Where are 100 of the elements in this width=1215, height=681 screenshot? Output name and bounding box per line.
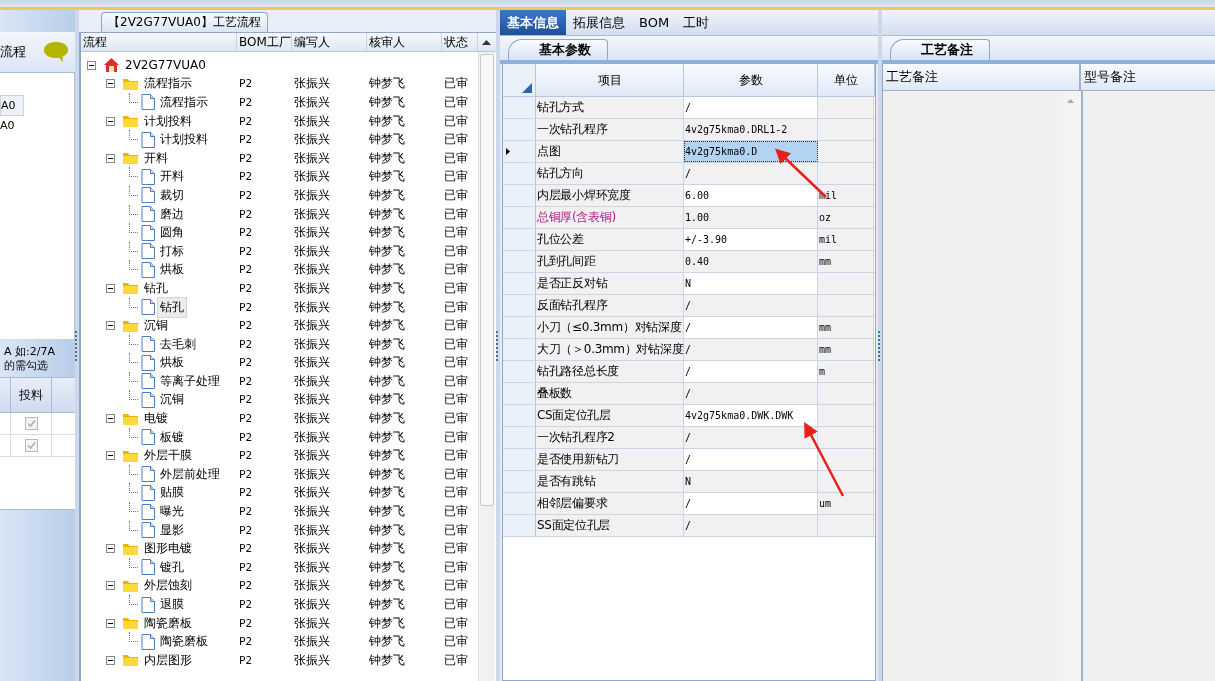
speech-bubble-icon[interactable] xyxy=(43,41,69,63)
tree-item[interactable]: 退膜 xyxy=(158,595,186,614)
row-header-cell[interactable] xyxy=(503,251,536,272)
collapse-icon[interactable] xyxy=(106,321,115,331)
list-item[interactable]: A0 xyxy=(0,95,24,116)
parameter-value[interactable]: / xyxy=(684,97,818,118)
parameter-value[interactable]: 6.00 xyxy=(684,185,818,206)
column-header[interactable]: BOM工厂 xyxy=(237,33,292,51)
collapse-icon[interactable] xyxy=(87,60,96,70)
panel-tab[interactable]: 【2V2G77VUA0】工艺流程 xyxy=(101,12,268,32)
collapse-icon[interactable] xyxy=(106,655,115,665)
tree-item[interactable]: 烘板 xyxy=(158,260,186,280)
parameter-value[interactable]: 4v2g75kma0.DRL1-2 xyxy=(684,119,818,140)
parameter-value[interactable]: / xyxy=(684,317,818,338)
parameter-value[interactable]: +/-3.90 xyxy=(684,229,818,250)
tree-item[interactable]: 沉铜 xyxy=(142,316,170,336)
parameter-value[interactable]: / xyxy=(684,449,818,470)
column-header[interactable]: 状态 xyxy=(442,33,478,51)
tree-item[interactable]: 磨边 xyxy=(158,204,186,224)
row-header-cell[interactable] xyxy=(503,185,536,206)
parameter-value[interactable]: / xyxy=(684,163,818,184)
column-header[interactable]: 流程 xyxy=(81,33,237,51)
tree-item[interactable]: 外层前处理 xyxy=(158,464,222,484)
row-header-cell[interactable] xyxy=(503,141,536,162)
tree-item[interactable]: 去毛刺 xyxy=(158,334,198,354)
tree-item[interactable]: 开料 xyxy=(158,167,186,187)
tree-item[interactable]: 曝光 xyxy=(158,502,186,522)
row-header-cell[interactable] xyxy=(503,163,536,184)
row-header-cell[interactable] xyxy=(503,207,536,228)
parameter-value[interactable]: 1.00 xyxy=(684,207,818,228)
tree-item[interactable]: 计划投料 xyxy=(158,130,210,150)
parameter-value[interactable]: / xyxy=(684,427,818,448)
row-header-cell[interactable] xyxy=(503,405,536,426)
row-header-cell[interactable] xyxy=(503,229,536,250)
tree-item[interactable]: 外层蚀刻 xyxy=(142,576,194,596)
parameter-value[interactable]: N xyxy=(684,273,818,294)
collapse-icon[interactable] xyxy=(106,618,115,628)
parameter-value[interactable]: / xyxy=(684,339,818,360)
tree-item[interactable]: 打标 xyxy=(158,241,186,261)
tree-item[interactable]: 烘板 xyxy=(158,353,186,373)
column-header[interactable]: 编写人 xyxy=(292,33,367,51)
row-header-cell[interactable] xyxy=(503,383,536,404)
tree-item[interactable]: 流程指示 xyxy=(158,93,210,112)
tree-item[interactable]: 等离子处理 xyxy=(158,371,222,391)
collapse-icon[interactable] xyxy=(106,414,115,424)
tree-item[interactable]: 显影 xyxy=(158,520,186,540)
row-header-cell[interactable] xyxy=(503,515,536,536)
sub-tab[interactable]: 基本参数 xyxy=(508,39,608,60)
tree-item[interactable]: 流程指示 xyxy=(142,74,194,94)
parameter-value[interactable]: / xyxy=(684,295,818,316)
tree-item[interactable]: 镀孔 xyxy=(158,557,186,577)
parameter-value[interactable]: 4v2g75kma0.D xyxy=(684,141,818,162)
parameter-value[interactable]: 0.40 xyxy=(684,251,818,272)
list-item[interactable]: A0 xyxy=(0,116,18,135)
tree-item[interactable]: 2V2G77VUA0 xyxy=(123,57,208,74)
tree-item[interactable]: 陶瓷磨板 xyxy=(158,632,210,652)
tree-item[interactable]: 贴膜 xyxy=(158,483,186,503)
sub-tab[interactable]: 工艺备注 xyxy=(890,39,990,60)
row-header-cell[interactable] xyxy=(503,317,536,338)
tree-item[interactable]: 钻孔 xyxy=(158,297,186,317)
tree-item[interactable]: 开料 xyxy=(142,148,170,168)
tree-item[interactable]: 圆角 xyxy=(158,223,186,243)
parameter-value[interactable]: / xyxy=(684,493,818,514)
row-header-cell[interactable] xyxy=(503,339,536,360)
collapse-icon[interactable] xyxy=(106,153,115,163)
tree-item[interactable]: 裁切 xyxy=(158,185,186,205)
collapse-icon[interactable] xyxy=(106,116,115,126)
row-header-cell[interactable] xyxy=(503,119,536,140)
column-header[interactable]: 项目 xyxy=(536,64,685,96)
row-header-cell[interactable] xyxy=(503,295,536,316)
collapse-icon[interactable] xyxy=(106,544,115,554)
collapse-icon[interactable] xyxy=(106,79,115,89)
collapse-icon[interactable] xyxy=(106,581,115,591)
column-header[interactable]: 核审人 xyxy=(367,33,442,51)
tree-item[interactable]: 板镀 xyxy=(158,427,186,447)
scrollbar-thumb[interactable] xyxy=(480,54,494,506)
row-header-cell[interactable] xyxy=(503,427,536,448)
tab[interactable]: 工时 xyxy=(676,10,717,35)
tree-item[interactable]: 陶瓷磨板 xyxy=(142,613,194,633)
parameter-value[interactable]: 4v2g75kma0.DWK.DWK xyxy=(684,405,818,426)
scroll-up-icon[interactable] xyxy=(481,39,491,45)
collapse-icon[interactable] xyxy=(106,451,115,461)
tree-item[interactable]: 钻孔 xyxy=(142,278,170,298)
tree-item[interactable]: 计划投料 xyxy=(142,111,194,131)
row-header-cell[interactable] xyxy=(503,361,536,382)
row-header-cell[interactable] xyxy=(503,471,536,492)
tab[interactable]: BOM xyxy=(632,10,677,35)
row-header-cell[interactable] xyxy=(503,273,536,294)
column-header[interactable]: 型号备注 xyxy=(1081,64,1215,90)
tree-item[interactable]: 沉铜 xyxy=(158,390,186,410)
tab[interactable]: 拓展信息 xyxy=(566,10,632,35)
column-header[interactable]: 单位 xyxy=(818,64,875,96)
collapse-icon[interactable] xyxy=(106,283,115,293)
row-header-cell[interactable] xyxy=(503,449,536,470)
tree-item[interactable]: 电镀 xyxy=(142,409,170,429)
parameter-value[interactable]: N xyxy=(684,471,818,492)
row-header-cell[interactable] xyxy=(503,97,536,118)
tree-item[interactable]: 外层干膜 xyxy=(142,446,194,466)
column-header[interactable]: 参数 xyxy=(684,64,819,96)
parameter-value[interactable]: / xyxy=(684,383,818,404)
